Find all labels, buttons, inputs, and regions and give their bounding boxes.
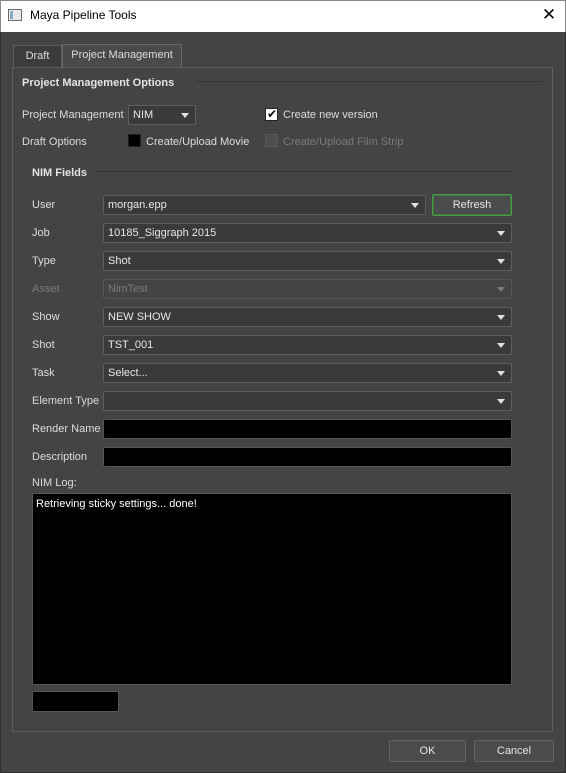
shot-label: Shot <box>32 339 55 351</box>
create-upload-film-strip-checkbox <box>265 134 278 147</box>
show-label: Show <box>32 311 60 323</box>
type-dropdown[interactable]: Shot <box>103 251 512 271</box>
asset-label: Asset <box>32 283 60 295</box>
cancel-button[interactable]: Cancel <box>474 740 554 762</box>
nim-fields-divider <box>95 171 513 172</box>
task-value: Select... <box>108 367 148 379</box>
chevron-down-icon <box>497 231 505 236</box>
draft-options-label: Draft Options <box>22 136 87 148</box>
element-type-dropdown[interactable] <box>103 391 512 411</box>
chevron-down-icon <box>497 343 505 348</box>
chevron-down-icon <box>497 259 505 264</box>
shot-dropdown[interactable]: TST_001 <box>103 335 512 355</box>
job-dropdown[interactable]: 10185_Siggraph 2015 <box>103 223 512 243</box>
create-upload-movie-label: Create/Upload Movie <box>146 136 250 148</box>
tab-project-management[interactable]: Project Management <box>62 44 182 67</box>
nim-log-textarea[interactable]: Retrieving sticky settings... done! <box>32 493 512 685</box>
tab-draft[interactable]: Draft <box>13 45 62 67</box>
nim-fields-title: NIM Fields <box>32 167 88 179</box>
type-value: Shot <box>108 255 131 267</box>
progress-field <box>32 691 119 712</box>
user-value: morgan.epp <box>108 199 167 211</box>
user-label: User <box>32 199 56 211</box>
pm-dropdown-value: NIM <box>133 109 154 121</box>
pm-label: Project Management <box>22 109 124 121</box>
job-label: Job <box>32 227 50 239</box>
pm-dropdown[interactable]: NIM <box>128 105 196 125</box>
show-value: NEW SHOW <box>108 311 171 323</box>
window-title: Maya Pipeline Tools <box>30 8 137 22</box>
pm-options-title: Project Management Options <box>22 77 175 89</box>
element-type-label: Element Type <box>32 395 100 407</box>
nim-log-label: NIM Log: <box>32 477 77 489</box>
create-upload-film-strip-label: Create/Upload Film Strip <box>283 136 404 148</box>
asset-value: NimTest <box>108 283 148 295</box>
ok-button[interactable]: OK <box>389 740 466 762</box>
show-dropdown[interactable]: NEW SHOW <box>103 307 512 327</box>
chevron-down-icon <box>497 315 505 320</box>
chevron-down-icon <box>497 399 505 404</box>
section-divider <box>196 81 542 82</box>
create-new-version-checkbox[interactable] <box>265 107 278 121</box>
render-name-label: Render Name <box>32 423 101 435</box>
type-label: Type <box>32 255 56 267</box>
description-label: Description <box>32 451 88 463</box>
chevron-down-icon <box>411 203 419 208</box>
chevron-down-icon <box>497 287 505 292</box>
description-input[interactable] <box>103 447 512 467</box>
chevron-down-icon <box>497 371 505 376</box>
chevron-down-icon <box>181 113 189 118</box>
shot-value: TST_001 <box>108 339 154 351</box>
create-upload-movie-checkbox[interactable] <box>128 134 141 147</box>
task-dropdown[interactable]: Select... <box>103 363 512 383</box>
refresh-button[interactable]: Refresh <box>432 194 512 216</box>
render-name-input[interactable] <box>103 419 512 439</box>
job-value: 10185_Siggraph 2015 <box>108 227 217 239</box>
close-icon[interactable]: ✕ <box>538 4 560 26</box>
app-icon <box>8 9 22 21</box>
user-dropdown[interactable]: morgan.epp <box>103 195 426 215</box>
create-new-version-label: Create new version <box>283 109 378 121</box>
asset-dropdown: NimTest <box>103 279 512 299</box>
task-label: Task <box>32 367 55 379</box>
